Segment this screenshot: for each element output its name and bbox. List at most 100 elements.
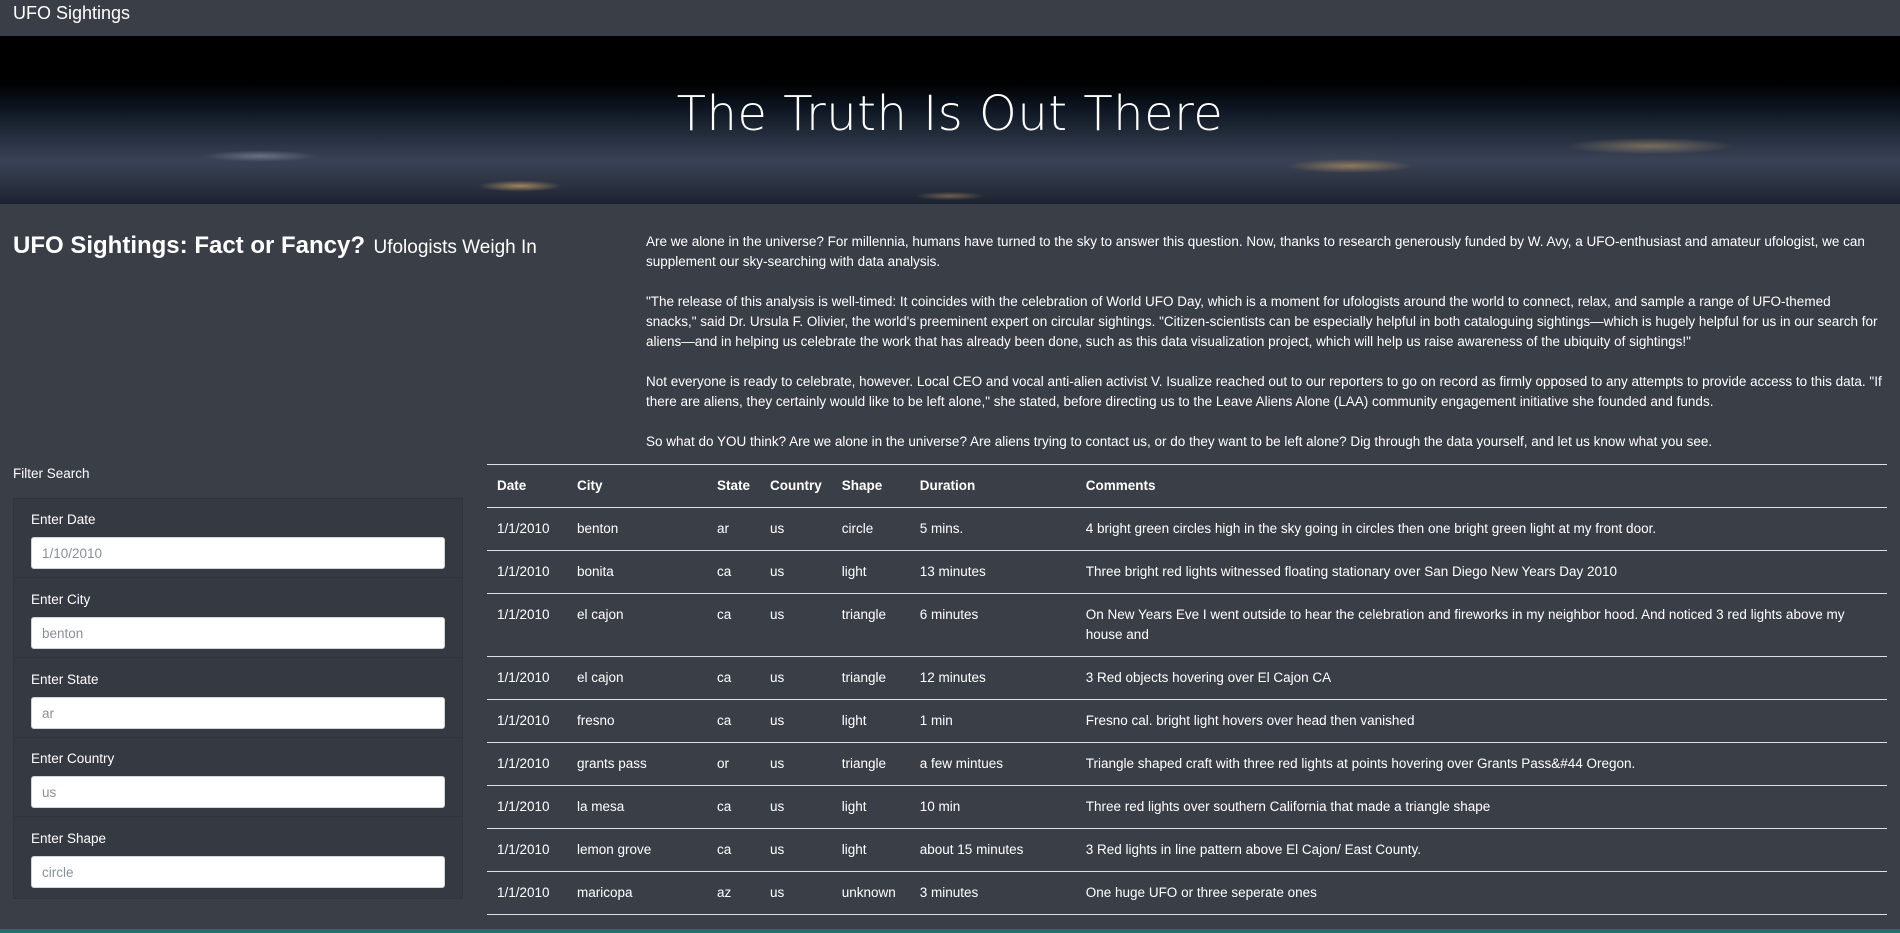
cell-date: 1/1/2010 [487, 550, 567, 594]
cell-country: us [760, 871, 832, 915]
article-title: UFO Sightings: Fact or Fancy? [13, 232, 366, 259]
cell-country: us [760, 593, 832, 657]
cell-state: az [707, 871, 761, 915]
cell-state: ca [707, 828, 761, 872]
cell-country: us [760, 699, 832, 743]
filter-shape: Enter Shape [14, 818, 462, 896]
table-row: 1/1/2010 lemon grove ca us light about 15 min… [487, 828, 1887, 872]
cell-comments: Fresno cal. bright light hovers over hea… [1075, 699, 1887, 743]
filter-state-label: Enter State [31, 672, 99, 687]
city-input[interactable] [31, 617, 445, 649]
cell-comments: Triangle shaped craft with three red lig… [1075, 742, 1887, 786]
cell-date: 1/1/2010 [487, 593, 567, 657]
cell-comments: 3 Red objects hovering over El Cajon CA [1075, 656, 1887, 700]
table-row: 1/1/2010 bonita ca us light 13 minutes Three b… [487, 550, 1887, 594]
cell-comments: Three red lights over southern Californi… [1075, 785, 1887, 829]
table-row: 1/1/2010 benton ar us circle 5 mins. 4 bright … [487, 508, 1887, 551]
filter-country-label: Enter Country [31, 751, 115, 766]
article-paragraph: Are we alone in the universe? For millen… [646, 234, 1865, 269]
cell-duration: 1 min [909, 699, 1076, 743]
column-header-shape: Shape [831, 464, 910, 508]
cell-shape: circle [841, 521, 874, 536]
table-row: 1/1/2010 fresno ca us light 1 min Fresno cal. … [487, 699, 1887, 743]
filter-search-label: Filter Search [13, 466, 90, 481]
cell-state: ca [707, 785, 761, 829]
filter-city-label: Enter City [31, 592, 91, 607]
navbar: UFO Sightings [0, 0, 1900, 35]
cell-country: us [760, 828, 832, 872]
cell-city: lemon grove [567, 828, 707, 872]
cell-duration: about 15 minutes [909, 828, 1076, 872]
cell-duration: 3 minutes [909, 871, 1076, 915]
table-header: Date City State Country Shape Duration Comment… [487, 464, 1887, 508]
cell-city: el cajon [567, 656, 707, 700]
cell-duration: a few mintues [909, 742, 1076, 786]
cell-duration: 13 minutes [909, 550, 1076, 594]
cell-city: maricopa [567, 871, 707, 915]
article-subtitle: Ufologists Weigh In [373, 237, 537, 258]
cell-shape: unknown [831, 871, 910, 915]
cell-date: 1/1/2010 [487, 742, 567, 786]
cell-duration: 10 min [909, 785, 1076, 829]
cell-state: or [707, 742, 761, 786]
filter-country: Enter Country [14, 738, 462, 817]
country-input[interactable] [31, 776, 445, 808]
table-row: 1/1/2010 el cajon ca us triangle 12 minutes 3 … [487, 656, 1887, 700]
article-heading: UFO Sightings: Fact or Fancy? Ufologists… [13, 232, 613, 260]
cell-shape: light [831, 785, 910, 829]
filter-city: Enter City [14, 579, 462, 658]
filter-panel: Enter Date Enter City Enter State Enter … [13, 498, 463, 899]
cell-shape: triangle [831, 656, 910, 700]
cell-shape: triangle [831, 742, 910, 786]
date-input[interactable] [31, 537, 445, 569]
cell-country: us [760, 785, 832, 829]
cell-country: us [770, 521, 785, 536]
column-header-city: City [567, 464, 707, 508]
filter-date: Enter Date [14, 499, 462, 578]
sightings-table: Date City State Country Shape Duration Comment… [487, 464, 1887, 933]
article-paragraph: "The release of this analysis is well-ti… [646, 294, 1878, 349]
cell-comments: One huge UFO or three seperate ones [1075, 871, 1887, 915]
cell-comments: 3 Red lights in line pattern above El Ca… [1075, 828, 1887, 872]
filter-date-label: Enter Date [31, 512, 96, 527]
cell-city: bonita [567, 550, 707, 594]
article-paragraph: So what do YOU think? Are we alone in th… [646, 434, 1713, 449]
shape-input[interactable] [31, 856, 445, 888]
hero-title: The Truth Is Out There [676, 86, 1224, 142]
cell-shape: light [831, 550, 910, 594]
cell-date: 1/1/2010 [497, 521, 550, 536]
cell-comments: Three bright red lights witnessed floati… [1075, 550, 1887, 594]
sightings-table-container: Date City State Country Shape Duration Comment… [487, 464, 1887, 933]
cell-country: us [760, 550, 832, 594]
cell-state: ar [717, 521, 730, 536]
cell-country: us [760, 742, 832, 786]
cell-date: 1/1/2010 [487, 699, 567, 743]
cell-state: ca [707, 699, 761, 743]
cell-date: 1/1/2010 [487, 828, 567, 872]
cell-country: us [760, 656, 832, 700]
brand-link[interactable]: UFO Sightings [13, 3, 130, 24]
table-body: 1/1/2010 benton ar us circle 5 mins. 4 bright … [487, 508, 1887, 933]
cell-shape: light [831, 828, 910, 872]
filter-state: Enter State [14, 659, 462, 738]
cell-duration: 6 minutes [909, 593, 1076, 657]
filter-shape-label: Enter Shape [31, 831, 107, 846]
cell-shape: triangle [831, 593, 910, 657]
column-header-duration: Duration [909, 464, 1076, 508]
column-header-country: Country [760, 464, 832, 508]
cell-duration: 5 mins. [919, 521, 964, 536]
column-header-comments: Comments [1075, 464, 1887, 508]
cell-state: ca [707, 656, 761, 700]
bottom-border [0, 929, 1900, 933]
cell-duration: 12 minutes [909, 656, 1076, 700]
cell-comments: 4 bright green circles high in the sky g… [1085, 521, 1657, 536]
cell-state: ca [707, 550, 761, 594]
state-input[interactable] [31, 697, 445, 729]
article-paragraph: Not everyone is ready to celebrate, howe… [646, 374, 1882, 409]
hero-banner: The Truth Is Out There [0, 36, 1900, 204]
cell-date: 1/1/2010 [487, 871, 567, 915]
cell-city: benton [577, 521, 619, 536]
cell-date: 1/1/2010 [487, 656, 567, 700]
cell-city: grants pass [567, 742, 707, 786]
column-header-date: Date [487, 464, 567, 508]
